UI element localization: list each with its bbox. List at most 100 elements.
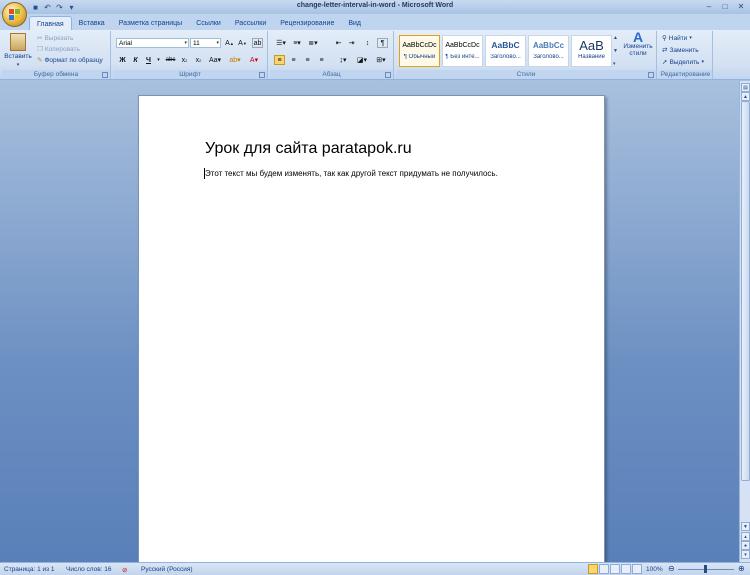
full-screen-reading-icon[interactable]	[599, 564, 609, 574]
subscript-icon[interactable]: x2	[179, 55, 190, 65]
editing-group: ⚲ Найти ▾ ⇄ Заменить ➚ Выделить ▾ Редактирова…	[659, 31, 713, 79]
scroll-up-icon[interactable]: ▲	[741, 92, 750, 101]
spelling-check-icon[interactable]: ⊘	[122, 566, 127, 574]
outline-icon[interactable]	[621, 564, 631, 574]
format-painter-button[interactable]: ✎ Формат по образцу	[37, 56, 103, 65]
align-center-icon[interactable]: ≡	[288, 55, 299, 65]
grow-font-icon[interactable]: A ▲	[224, 38, 235, 48]
tab-review[interactable]: Рецензирование	[273, 16, 341, 30]
more-styles-icon[interactable]: ▾	[613, 61, 621, 67]
scrollbar-thumb[interactable]	[741, 101, 750, 481]
tab-view[interactable]: Вид	[341, 16, 368, 30]
zoom-slider-knob[interactable]	[704, 565, 707, 573]
office-logo-icon	[9, 9, 20, 20]
web-layout-icon[interactable]	[610, 564, 620, 574]
title-bar: ■ ↶ ↷ ▾ change-letter-interval-in-word -…	[0, 0, 750, 14]
clipboard-group: Вставить ▾ ✂ Вырезать ❐ Копировать ✎ Формат…	[2, 31, 111, 79]
office-button[interactable]	[2, 2, 27, 27]
page-count[interactable]: Страница: 1 из 1	[4, 566, 55, 573]
align-right-icon[interactable]: ≡	[302, 55, 313, 65]
select-button[interactable]: ➚ Выделить ▾	[662, 58, 704, 67]
tab-insert[interactable]: Вставка	[72, 16, 112, 30]
clear-formatting-icon[interactable]: ab	[252, 38, 263, 48]
language-indicator[interactable]: Русский (Россия)	[141, 566, 193, 573]
dialog-launcher-icon[interactable]	[648, 72, 654, 78]
previous-page-icon[interactable]: ▴	[741, 532, 750, 541]
ruler-toggle-icon[interactable]: ▤	[741, 83, 750, 92]
bold-icon[interactable]: Ж	[117, 55, 128, 65]
chevron-down-icon: ▾	[689, 35, 692, 41]
tab-page-layout[interactable]: Разметка страницы	[112, 16, 190, 30]
multilevel-list-icon[interactable]: ≣▾	[306, 38, 320, 48]
ribbon-tabs: Главная Вставка Разметка страницы Ссылки…	[0, 14, 750, 31]
document-page[interactable]: Урок для сайта paratapok.ru Этот текст м…	[138, 95, 605, 565]
zoom-in-icon[interactable]: ⊕	[738, 564, 745, 573]
style-heading-1[interactable]: AaBbC Заголово...	[485, 35, 526, 67]
font-size-combo[interactable]: 11 ▾	[190, 38, 221, 48]
binoculars-icon: ⚲	[662, 35, 667, 42]
strikethrough-icon[interactable]: abc	[165, 55, 176, 65]
zoom-out-icon[interactable]: ⊖	[668, 564, 675, 573]
style-heading-2[interactable]: AaBbCc Заголово...	[528, 35, 569, 67]
font-color-icon[interactable]: A▾	[247, 55, 261, 65]
dialog-launcher-icon[interactable]	[259, 72, 265, 78]
style-no-spacing[interactable]: AaBbCcDc ¶ Без инте...	[442, 35, 483, 67]
sort-icon[interactable]: ↕	[362, 38, 373, 48]
copy-button[interactable]: ❐ Копировать	[37, 45, 80, 54]
document-paragraph[interactable]: Этот текст мы будем изменять, так как др…	[205, 169, 498, 178]
styles-scroll[interactable]: ▲ ▼ ▾	[613, 35, 621, 67]
tab-mailings[interactable]: Рассылки	[228, 16, 273, 30]
close-button[interactable]: ✕	[734, 1, 748, 11]
numbering-icon[interactable]: ≡▾	[290, 38, 304, 48]
bullets-icon[interactable]: ☰▾	[274, 38, 288, 48]
italic-icon[interactable]: К	[130, 55, 141, 65]
scroll-down-icon[interactable]: ▼	[613, 48, 621, 54]
pilcrow-icon[interactable]: ¶	[377, 38, 388, 48]
minimize-button[interactable]: –	[702, 1, 716, 11]
paste-button[interactable]: Вставить ▾	[4, 33, 32, 68]
font-group: Arial ▾ 11 ▾ A ▲ A ▼ ab Ж К Ч ▾ abc x2 x2 Aa…	[113, 31, 268, 79]
brush-icon: ✎	[37, 57, 43, 64]
shading-icon[interactable]: ◪▾	[355, 55, 369, 65]
document-heading[interactable]: Урок для сайта paratapok.ru	[205, 140, 412, 158]
chevron-down-icon: ▾	[701, 59, 704, 65]
borders-icon[interactable]: ⊞▾	[374, 55, 388, 65]
change-styles-icon: A	[632, 29, 644, 45]
vertical-scrollbar[interactable]: ▤ ▲ ▼ ▴ ● ▾	[739, 81, 750, 562]
word-count[interactable]: Число слов: 16	[66, 566, 112, 573]
draft-icon[interactable]	[632, 564, 642, 574]
scroll-up-icon[interactable]: ▲	[613, 35, 621, 41]
select-browse-object-icon[interactable]: ●	[741, 541, 750, 550]
styles-group: AaBbCcDc ¶ Обычный AaBbCcDc ¶ Без инте..…	[396, 29, 657, 79]
justify-icon[interactable]: ≡	[316, 55, 327, 65]
scroll-down-icon[interactable]: ▼	[741, 522, 750, 531]
change-case-icon[interactable]: Aa▾	[208, 55, 222, 65]
highlight-icon[interactable]: ab▾	[228, 55, 242, 65]
tab-references[interactable]: Ссылки	[189, 16, 228, 30]
dialog-launcher-icon[interactable]	[385, 72, 391, 78]
next-page-icon[interactable]: ▾	[741, 550, 750, 559]
select-cursor-icon: ➚	[662, 59, 668, 66]
change-styles-button[interactable]: A Изменить стили	[622, 29, 654, 57]
zoom-level[interactable]: 100%	[646, 566, 663, 573]
shrink-font-icon[interactable]: A ▼	[237, 38, 248, 48]
style-normal[interactable]: AaBbCcDc ¶ Обычный	[399, 35, 440, 67]
align-left-icon[interactable]: ≡	[274, 55, 285, 65]
tab-home[interactable]: Главная	[29, 16, 72, 31]
print-layout-icon[interactable]	[588, 564, 598, 574]
replace-icon: ⇄	[662, 47, 668, 54]
chevron-down-icon: ▾	[16, 62, 20, 68]
copy-icon: ❐	[37, 46, 43, 53]
replace-button[interactable]: ⇄ Заменить	[662, 46, 699, 55]
dialog-launcher-icon[interactable]	[102, 72, 108, 78]
style-title[interactable]: AaB Название	[571, 35, 612, 67]
superscript-icon[interactable]: x2	[193, 55, 204, 65]
chevron-down-icon[interactable]: ▾	[153, 55, 164, 65]
decrease-indent-icon[interactable]: ⇤	[333, 38, 344, 48]
line-spacing-icon[interactable]: ↨▾	[336, 55, 350, 65]
maximize-button[interactable]: □	[718, 1, 732, 11]
increase-indent-icon[interactable]: ⇥	[346, 38, 357, 48]
font-name-combo[interactable]: Arial ▾	[116, 38, 189, 48]
find-button[interactable]: ⚲ Найти ▾	[662, 34, 692, 43]
cut-button[interactable]: ✂ Вырезать	[37, 34, 73, 43]
